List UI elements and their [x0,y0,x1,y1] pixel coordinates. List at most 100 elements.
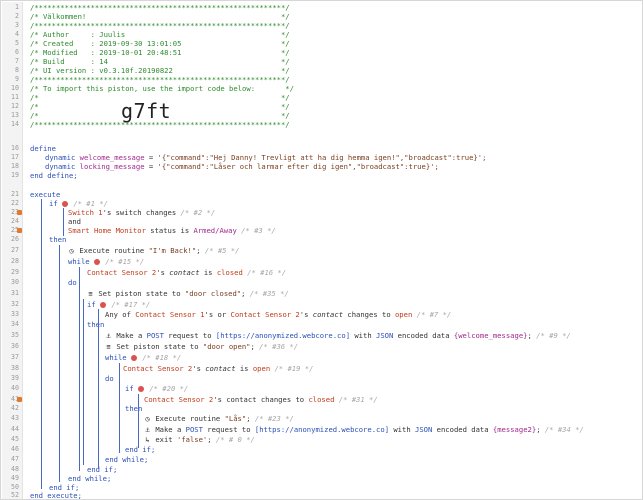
code-line: 21 execute [11,190,61,199]
comment-text: /* Created : 2019-09-30 13:01:05 */ [30,39,290,48]
comment-text: /* Build : 14 */ [30,57,290,66]
web-request-icon: ⚓ [106,332,111,340]
end-define-keyword: end define; [30,171,78,180]
if-statement[interactable]: if /* #20 */ [125,384,188,393]
then-keyword: then [49,235,67,244]
code-line: 10/* To import this piston, use the impo… [11,84,294,93]
block-guide [83,299,84,465]
block-guide [138,394,139,448]
condition-badge-icon [137,385,144,392]
variable-value: '{"command":"Hej Danny! Trevligt att ha … [157,153,487,162]
end-while-keyword: end while; [105,455,149,464]
action-set-state[interactable]: ≡ Set piston state to "door open"; /* #3… [105,342,298,352]
code-line: 23 Switch 1's switch changes /* #2 */ [11,208,216,217]
code-line: 9/**************************************… [15,75,290,84]
code-line: 8/* UI version : v0.3.10f.20190822 */ [15,66,290,75]
do-keyword: do [105,374,114,383]
code-line: 13/* */ [11,111,290,120]
execute-keyword: execute [30,190,61,199]
action-exit[interactable]: ↳ exit 'false'; /* # 0 */ [144,435,254,445]
action-set-state[interactable]: ≡ Set piston state to "door closed"; /* … [87,289,288,299]
code-line: 24 and [11,217,81,226]
code-line: 18 dynamic locking_message = '{"command":… [11,162,439,171]
variable-locking-message[interactable]: locking_message [80,162,145,171]
routine-clock-icon: ◷ [145,415,150,423]
code-line: 19 end define; [11,171,78,180]
variable-value: '{"command":"Låser och larmar efter dig … [157,162,439,171]
condition-badge-icon [61,200,68,207]
while-statement[interactable]: while /* #18 */ [105,353,181,362]
comment-text: /* Modified : 2019-10-01 20:48:51 */ [30,48,290,57]
dynamic-keyword: dynamic [45,162,76,171]
dynamic-keyword: dynamic [45,153,76,162]
code-line: 27 ◷ Execute routine "I'm Back!"; /* #5 *… [11,246,240,256]
variable-welcome-message[interactable]: welcome_message [80,153,145,162]
condition-badge-icon [99,301,106,308]
code-line: 7/* Build : 14 */ [15,57,290,66]
code-line: 2/* Välkommen! */ [15,12,290,21]
code-line: 11/* */ [11,93,290,102]
exit-arrow-icon: ↳ [145,436,150,444]
code-line: 26 then [11,235,67,244]
condition-contact-closed[interactable]: Contact Sensor 2's contact is closed /* … [87,268,286,277]
comment-text: /***************************************… [30,21,290,30]
condition-switch[interactable]: Switch 1's switch changes /* #2 */ [68,208,215,217]
end-execute-keyword: end execute; [30,491,82,500]
import-code: g7ft [121,99,172,123]
do-keyword: do [68,278,77,287]
code-line: 12/* */ [11,102,290,111]
trigger-marker-icon [17,228,22,233]
routine-clock-icon: ◷ [69,247,74,255]
code-line: 52 end execute; [11,491,82,500]
block-guide [79,267,80,471]
block-guide [119,363,120,453]
condition-contact-open[interactable]: Contact Sensor 2's contact is open /* #1… [123,364,313,373]
operator-and[interactable]: and [68,217,81,226]
code-line: 4/* Author : Juulis */ [15,30,290,39]
then-keyword: then [125,404,143,413]
while-statement[interactable]: while /* #15 */ [68,257,144,266]
action-execute-routine[interactable]: ◷ Execute routine "Lås"; /* #23 */ [144,414,293,424]
action-web-request[interactable]: ⚓ Make a POST request to [https://anonym… [105,331,570,341]
block-guide [59,245,60,482]
condition-contact-changes-closed[interactable]: Contact Sensor 2's contact changes to cl… [144,395,378,404]
block-guide [98,309,99,469]
block-guide [41,199,42,489]
condition-badge-icon [130,354,137,361]
comment-text: /* Välkommen! */ [30,12,290,21]
condition-shm[interactable]: Smart Home Monitor status is Armed/Away … [68,226,276,235]
action-web-request[interactable]: ⚓ Make a POST request to [https://anonym… [144,425,583,435]
end-if-keyword: end if; [87,465,118,474]
set-state-icon: ≡ [88,290,93,298]
code-line: 5/* Created : 2019-09-30 13:01:05 */ [15,39,290,48]
code-line: 32 if /* #17 */ [11,300,151,309]
code-line: 49 end while; [11,474,112,483]
end-while-keyword: end while; [68,474,112,483]
comment-text: /***************************************… [30,75,290,84]
comment-text: /***************************************… [30,3,290,12]
code-line: 3/**************************************… [15,21,290,30]
code-line: 1/**************************************… [15,3,290,12]
then-keyword: then [87,320,105,329]
code-line: 22 if /* #1 */ [11,199,108,208]
code-line: 31 ≡ Set piston state to "door closed"; /… [11,289,289,299]
web-request-icon: ⚓ [145,426,150,434]
code-line: 29 Contact Sensor 2's contact is closed /… [11,268,287,277]
comment-text: /* UI version : v0.3.10f.20190822 */ [30,66,290,75]
if-statement[interactable]: if /* #1 */ [49,199,108,208]
code-line: 14/*************************************… [11,120,290,129]
if-statement[interactable]: if /* #17 */ [87,300,150,309]
code-line: 28 while /* #15 */ [11,257,145,266]
end-if-keyword: end if; [125,445,156,454]
define-keyword: define [30,144,56,153]
comment-text: /* Author : Juulis */ [30,30,290,39]
set-state-icon: ≡ [106,343,111,351]
code-line: 25 Smart Home Monitor status is Armed/Awa… [11,226,276,235]
piston-code-view: 1/**************************************… [0,0,643,500]
code-line: 17 dynamic welcome_message = '{"command":… [11,153,487,162]
code-line: 6/* Modified : 2019-10-01 20:48:51 */ [15,48,290,57]
condition-any-contact-open[interactable]: Any of Contact Sensor 1's or Contact Sen… [105,310,451,319]
code-line: 16 define [11,144,56,153]
trigger-marker-icon [17,210,22,215]
action-execute-routine[interactable]: ◷ Execute routine "I'm Back!"; /* #5 */ [68,246,239,256]
